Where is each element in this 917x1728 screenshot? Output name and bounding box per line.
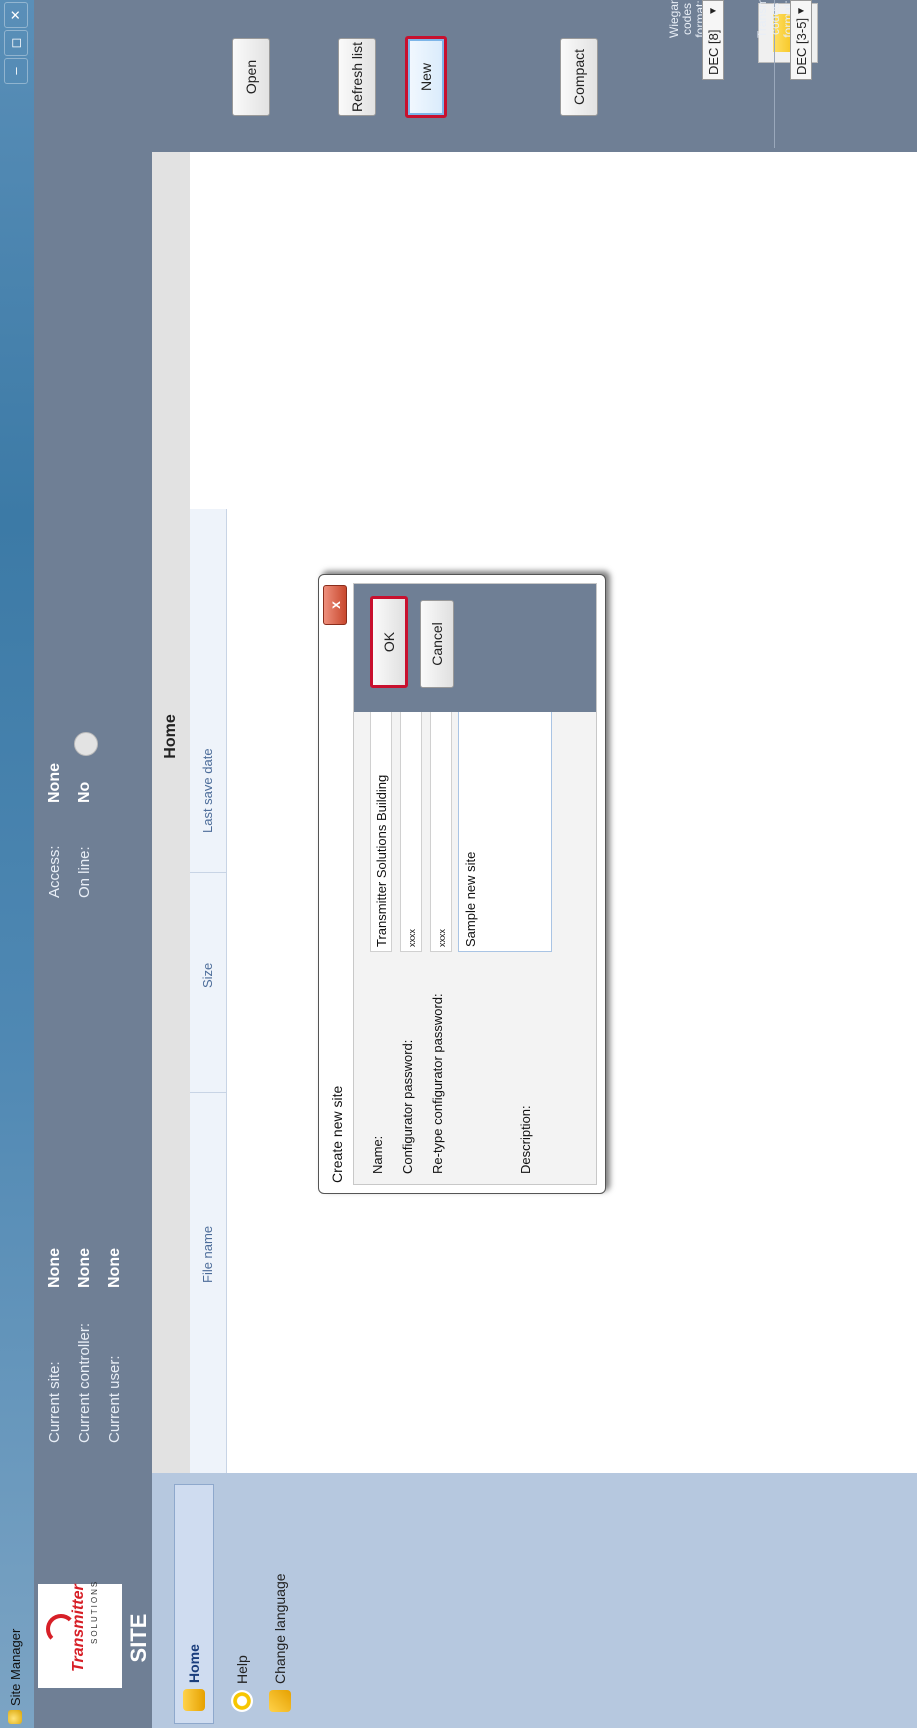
column-divider xyxy=(190,872,226,873)
current-site-label: Current site: xyxy=(46,1361,63,1443)
retype-password-field[interactable]: xxxx xyxy=(430,702,452,952)
current-user-value: None xyxy=(106,1248,123,1288)
logo: Transmitter SOLUTIONS xyxy=(38,1580,122,1688)
sidebar-item-label: Change language xyxy=(272,1573,288,1684)
retype-password-label: Re-type configurator password: xyxy=(430,993,445,1174)
online-label: On line: xyxy=(76,846,93,898)
current-user-label: Current user: xyxy=(106,1355,123,1443)
dialog-close-button[interactable]: x xyxy=(323,585,347,625)
home-icon xyxy=(183,1689,205,1711)
cancel-button[interactable]: Cancel xyxy=(420,600,454,688)
sidebar: Home Help Change language xyxy=(152,1473,917,1728)
column-last-save-date[interactable]: Last save date xyxy=(200,748,215,833)
dialog-title: Create new site xyxy=(329,1085,345,1183)
new-button[interactable]: New xyxy=(405,36,447,118)
transmitter-format-select[interactable]: DEC [3-5] ▼ xyxy=(790,0,812,80)
page-header: Home xyxy=(152,0,190,1473)
sidebar-item-label: Help xyxy=(234,1655,250,1684)
name-field[interactable]: Transmitter Solutions Building xyxy=(370,702,392,952)
dialog-body: Name: Transmitter Solutions Building Con… xyxy=(353,583,597,1185)
chevron-down-icon: ▼ xyxy=(796,6,807,16)
window-title: Site Manager xyxy=(8,1628,23,1706)
refresh-list-button[interactable]: Refresh list xyxy=(338,38,376,116)
column-file-name[interactable]: File name xyxy=(200,1226,215,1283)
minimize-button[interactable]: – xyxy=(4,58,28,84)
column-divider xyxy=(190,1092,226,1093)
title-bar: Site Manager – ◻ ✕ xyxy=(0,0,34,1728)
current-controller-label: Current controller: xyxy=(76,1322,93,1443)
current-site-value: None xyxy=(46,1248,63,1288)
maximize-button[interactable]: ◻ xyxy=(4,30,28,56)
access-value: None xyxy=(46,763,63,803)
help-icon xyxy=(231,1690,253,1712)
wiegand-format-value: DEC [8] xyxy=(706,29,721,75)
chevron-down-icon: ▼ xyxy=(708,6,719,16)
description-field[interactable]: Sample new site xyxy=(458,700,552,952)
transmitter-format-value: DEC [3-5] xyxy=(794,17,809,75)
sidebar-item-change-language[interactable]: Change language xyxy=(260,1573,300,1712)
password-field[interactable]: xxxx xyxy=(400,702,422,952)
current-controller-value: None xyxy=(76,1248,93,1288)
wiegand-format-select[interactable]: DEC [8] ▼ xyxy=(702,0,724,80)
sidebar-item-label: Home xyxy=(186,1644,202,1683)
file-grid-header: File name Size Last save date xyxy=(190,509,227,1473)
logo-brand: Transmitter xyxy=(70,1584,87,1672)
create-site-dialog: Create new site x Name: Transmitter Solu… xyxy=(318,574,606,1194)
sidebar-item-help[interactable]: Help xyxy=(222,1655,262,1712)
ok-button[interactable]: OK xyxy=(370,596,408,688)
sidebar-item-home[interactable]: Home xyxy=(174,1484,214,1724)
language-icon xyxy=(269,1690,291,1712)
column-size[interactable]: Size xyxy=(200,963,215,988)
close-button[interactable]: ✕ xyxy=(4,2,28,28)
screen: Site Manager – ◻ ✕ Transmitter SOLUTIONS… xyxy=(0,0,917,1728)
logo-subtitle: SOLUTIONS xyxy=(90,1579,99,1644)
app-icon xyxy=(8,1710,22,1724)
open-button[interactable]: Open xyxy=(232,38,270,116)
description-label: Description: xyxy=(518,1105,533,1174)
page-title: Home xyxy=(162,714,179,759)
header: Transmitter SOLUTIONS SITE MANAGER Curre… xyxy=(34,0,177,1728)
site-manager-window: Site Manager – ◻ ✕ Transmitter SOLUTIONS… xyxy=(0,0,917,1728)
compact-button[interactable]: Compact xyxy=(560,38,598,116)
access-label: Access: xyxy=(46,845,63,898)
name-label: Name: xyxy=(370,1135,385,1174)
password-label: Configurator password: xyxy=(400,1039,415,1174)
online-value: No xyxy=(76,781,93,803)
plug-icon[interactable] xyxy=(74,732,98,756)
